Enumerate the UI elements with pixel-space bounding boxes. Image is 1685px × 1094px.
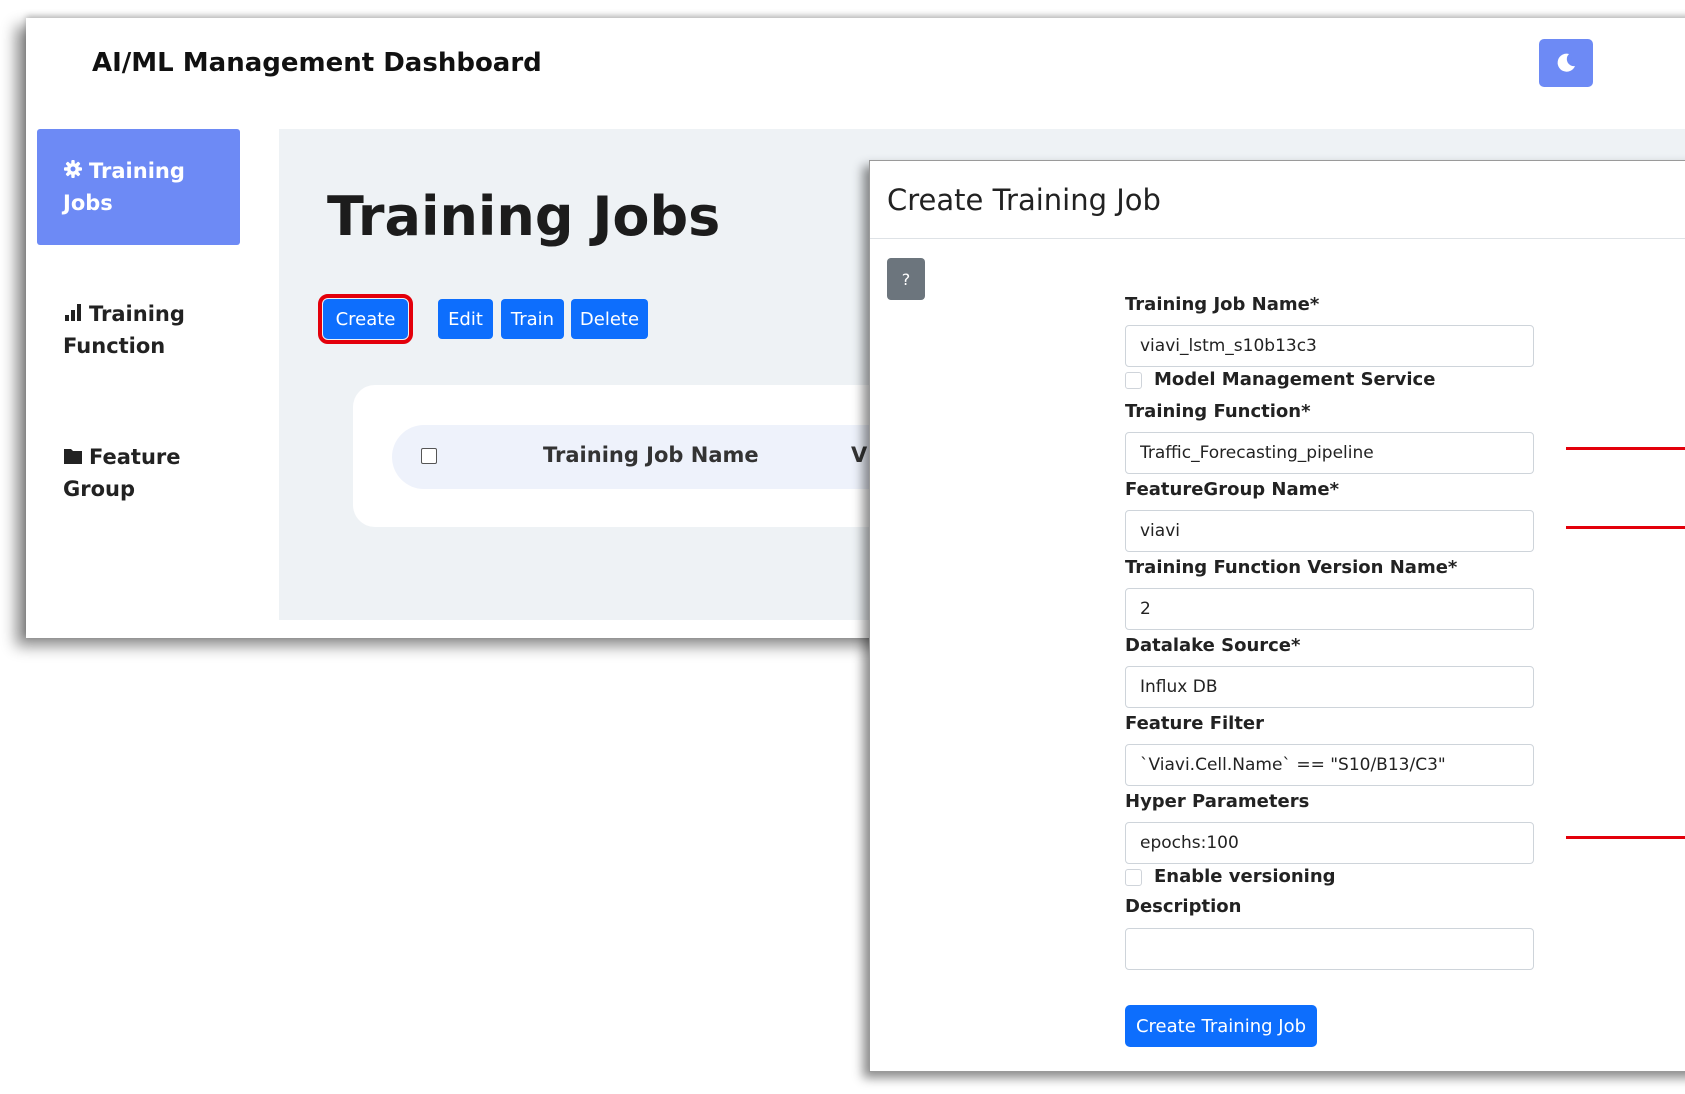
- model-management-checkbox[interactable]: [1125, 372, 1142, 389]
- moon-icon: [1557, 53, 1575, 72]
- sidebar-item-training-function[interactable]: Training Function: [63, 298, 213, 362]
- app-title: AI/ML Management Dashboard: [92, 48, 542, 78]
- column-header-partial[interactable]: V: [851, 443, 867, 467]
- function-version-label: Training Function Version Name*: [1125, 557, 1458, 578]
- datalake-source-label: Datalake Source*: [1125, 635, 1301, 656]
- gear-icon: [64, 160, 82, 178]
- enable-versioning-checkbox[interactable]: [1125, 869, 1142, 886]
- featuregroup-name-label: FeatureGroup Name*: [1125, 479, 1339, 500]
- modal-title: Create Training Job: [887, 183, 1161, 217]
- delete-button[interactable]: Delete: [571, 299, 648, 339]
- folder-icon: [64, 449, 82, 464]
- train-button[interactable]: Train: [501, 299, 564, 339]
- enable-versioning-label: Enable versioning: [1154, 866, 1336, 887]
- datalake-source-input[interactable]: [1125, 666, 1534, 708]
- modal-divider: [870, 238, 1685, 239]
- featuregroup-name-input[interactable]: [1125, 510, 1534, 552]
- function-version-input[interactable]: [1125, 588, 1534, 630]
- help-button[interactable]: ?: [887, 258, 925, 300]
- training-job-name-input[interactable]: [1125, 325, 1534, 367]
- theme-toggle-button[interactable]: [1539, 39, 1593, 87]
- sidebar-item-training-jobs[interactable]: Training Jobs: [63, 155, 213, 219]
- hyper-parameters-input[interactable]: [1125, 822, 1534, 864]
- page-title: Training Jobs: [327, 185, 721, 248]
- column-header-training-job-name[interactable]: Training Job Name: [543, 443, 759, 467]
- annotation-line-hyper-parameters: [1566, 836, 1685, 839]
- sidebar-item-feature-group[interactable]: Feature Group: [63, 441, 213, 505]
- bar-chart-icon: [65, 304, 81, 321]
- annotation-line-featuregroup: [1566, 526, 1685, 529]
- description-label: Description: [1125, 896, 1242, 917]
- training-function-input[interactable]: [1125, 432, 1534, 474]
- create-training-job-button[interactable]: Create Training Job: [1125, 1005, 1317, 1047]
- edit-button[interactable]: Edit: [438, 299, 493, 339]
- training-job-name-label: Training Job Name*: [1125, 294, 1320, 315]
- create-button[interactable]: Create: [318, 294, 413, 344]
- hyper-parameters-label: Hyper Parameters: [1125, 791, 1310, 812]
- model-management-label: Model Management Service: [1154, 369, 1436, 390]
- feature-filter-label: Feature Filter: [1125, 713, 1265, 734]
- feature-filter-input[interactable]: [1125, 744, 1534, 786]
- select-all-checkbox[interactable]: [421, 448, 437, 464]
- training-function-label: Training Function*: [1125, 401, 1311, 422]
- description-input[interactable]: [1125, 928, 1534, 970]
- annotation-line-training-function: [1566, 447, 1685, 450]
